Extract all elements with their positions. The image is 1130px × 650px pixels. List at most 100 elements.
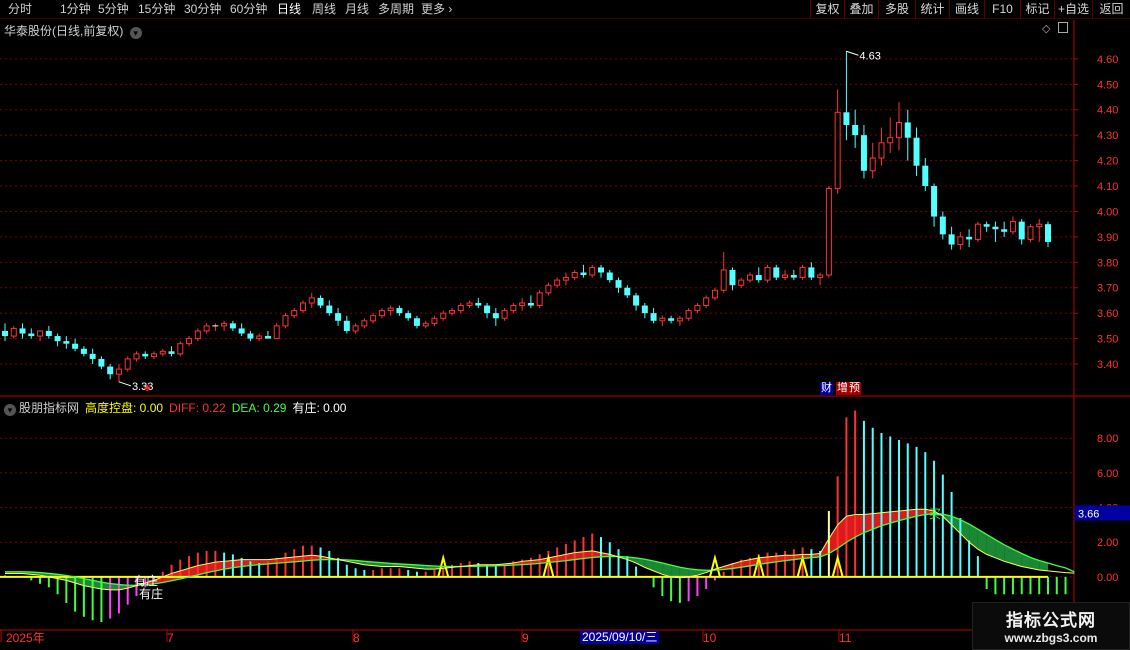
candle-down[interactable]: [668, 318, 675, 321]
candle-down[interactable]: [860, 135, 867, 171]
candle-up[interactable]: [738, 279, 745, 286]
candle-down[interactable]: [1018, 221, 1025, 240]
candle-up[interactable]: [10, 327, 17, 337]
candle-up[interactable]: [782, 274, 789, 279]
candle-down[interactable]: [650, 313, 657, 321]
toolbar-button-8[interactable]: 返回: [1092, 0, 1130, 19]
candle-down[interactable]: [527, 303, 534, 306]
candle-up[interactable]: [466, 302, 473, 307]
candle-up[interactable]: [817, 274, 824, 279]
candle-up[interactable]: [256, 335, 263, 340]
candle-up[interactable]: [387, 307, 394, 312]
candle-up[interactable]: [562, 277, 569, 281]
candle-down[interactable]: [238, 328, 245, 334]
candle-up[interactable]: [282, 315, 289, 327]
period-tab-7[interactable]: 周线: [312, 2, 336, 18]
candle-up[interactable]: [878, 142, 885, 159]
candle-up[interactable]: [510, 305, 517, 312]
toolbar-button-4[interactable]: 画线: [949, 0, 984, 19]
toolbar-button-6[interactable]: 标记: [1020, 0, 1054, 19]
candle-up[interactable]: [370, 315, 377, 322]
toolbar-button-0[interactable]: 复权: [810, 0, 844, 19]
candle-down[interactable]: [484, 305, 491, 314]
candle-down[interactable]: [89, 353, 96, 359]
candle-down[interactable]: [98, 358, 105, 367]
candle-up[interactable]: [273, 325, 280, 340]
candle-down[interactable]: [54, 336, 61, 342]
candle-down[interactable]: [142, 353, 149, 357]
candle-down[interactable]: [1001, 229, 1008, 232]
candle-down[interactable]: [580, 272, 587, 276]
candle-up[interactable]: [1009, 221, 1016, 233]
candle-up[interactable]: [203, 325, 210, 332]
candle-down[interactable]: [72, 343, 79, 349]
candle-up[interactable]: [440, 312, 447, 319]
candle-down[interactable]: [992, 226, 999, 230]
candle-down[interactable]: [624, 287, 631, 296]
candle-up[interactable]: [519, 302, 526, 307]
candle-up[interactable]: [703, 297, 710, 307]
chart-area[interactable]: 4.60 4.50 4.40 4.30 4.20 4.10 4.00 3.90 3.80 3.70…: [0, 19, 1130, 650]
candle-down[interactable]: [475, 303, 482, 306]
candle-up[interactable]: [37, 330, 44, 337]
candle-up[interactable]: [571, 271, 578, 279]
candle-up[interactable]: [352, 325, 359, 332]
candle-up[interactable]: [221, 322, 228, 327]
candle-down[interactable]: [326, 305, 333, 314]
candle-up[interactable]: [554, 279, 561, 286]
candle-down[interactable]: [396, 308, 403, 314]
period-tab-4[interactable]: 30分钟: [184, 2, 221, 18]
candle-up[interactable]: [1027, 226, 1034, 240]
candle-down[interactable]: [773, 267, 780, 278]
candle-up[interactable]: [159, 350, 166, 355]
candle-up[interactable]: [449, 310, 455, 314]
candle-up[interactable]: [747, 274, 753, 281]
candle-up[interactable]: [685, 310, 692, 319]
candle-down[interactable]: [790, 275, 797, 278]
candle-down[interactable]: [335, 313, 342, 321]
candle-up[interactable]: [676, 317, 683, 322]
period-tab-0[interactable]: 分时: [8, 2, 32, 18]
candle-up[interactable]: [957, 236, 964, 246]
candle-down[interactable]: [966, 236, 973, 240]
candle-down[interactable]: [1045, 224, 1051, 242]
candle-down[interactable]: [492, 313, 499, 319]
badge-ji[interactable]: 预: [848, 382, 861, 395]
candle-down[interactable]: [63, 341, 70, 344]
candle-up[interactable]: [974, 223, 981, 240]
candle-up[interactable]: [720, 269, 727, 291]
candle-down[interactable]: [729, 269, 736, 286]
candle-up[interactable]: [186, 338, 193, 345]
diamond-icon[interactable]: ◇: [1042, 22, 1050, 35]
candle-up[interactable]: [887, 137, 894, 144]
candle-down[interactable]: [606, 272, 613, 281]
candle-down[interactable]: [317, 297, 324, 306]
candle-down[interactable]: [107, 366, 114, 375]
candle-up[interactable]: [1036, 223, 1043, 228]
toolbar-button-1[interactable]: 叠加: [844, 0, 878, 19]
period-tab-1[interactable]: 1分钟: [60, 2, 91, 18]
candle-up[interactable]: [659, 317, 666, 322]
candle-up[interactable]: [133, 353, 140, 360]
candle-down[interactable]: [229, 323, 236, 329]
period-tab-8[interactable]: 月线: [345, 2, 369, 18]
candle-up[interactable]: [300, 302, 306, 312]
candle-down[interactable]: [598, 267, 604, 273]
candle-down[interactable]: [247, 333, 254, 339]
candle-down[interactable]: [28, 333, 35, 337]
candle-up[interactable]: [545, 284, 552, 294]
candle-down[interactable]: [843, 112, 850, 125]
candle-down[interactable]: [615, 280, 622, 288]
candle-up[interactable]: [115, 368, 122, 375]
chevron-down-icon[interactable]: ▾: [4, 404, 16, 416]
period-tab-10[interactable]: 更多 ›: [421, 2, 452, 18]
toolbar-button-3[interactable]: 统计: [915, 0, 949, 19]
candle-down[interactable]: [922, 165, 929, 187]
candle-down[interactable]: [45, 330, 52, 337]
candle-up[interactable]: [194, 330, 201, 340]
period-tab-6[interactable]: 日线: [277, 2, 301, 18]
candle-up[interactable]: [291, 310, 298, 317]
candle-up[interactable]: [536, 292, 543, 307]
candle-up[interactable]: [711, 289, 718, 299]
toolbar-button-7[interactable]: +自选: [1054, 0, 1092, 19]
